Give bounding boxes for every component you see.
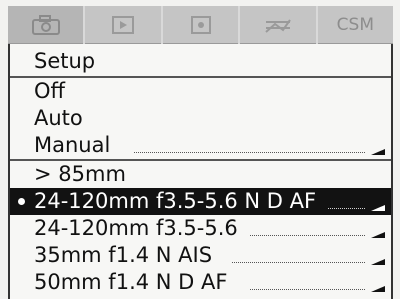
option-auto[interactable]: Auto — [10, 105, 391, 132]
menu-title: Setup — [34, 49, 96, 73]
dotted-leader — [250, 235, 365, 236]
dotted-leader — [134, 152, 365, 153]
camera-menu-screen: CSM Setup Off Auto Manual > 85mm 24-120m… — [0, 0, 400, 299]
dotted-leader — [250, 289, 365, 290]
tab-playback[interactable] — [85, 6, 161, 44]
tab-settings[interactable] — [162, 6, 239, 44]
lens-label: 50mm f1.4 N D AF — [34, 270, 228, 294]
lens-item-over-85mm[interactable]: > 85mm — [10, 161, 391, 188]
tab-csm-label: CSM — [336, 14, 374, 35]
lens-item-24-120mm[interactable]: 24-120mm f3.5-5.6 — [10, 215, 391, 242]
lens-label: > 85mm — [34, 162, 126, 186]
menu-tab-bar: CSM — [8, 6, 394, 44]
menu-title-row: Setup — [10, 48, 391, 75]
submenu-arrow-icon — [371, 149, 385, 155]
retouch-icon — [265, 18, 291, 33]
submenu-arrow-icon — [371, 232, 385, 238]
lens-item-24-120mm-nd-af[interactable]: 24-120mm f3.5-5.6 N D AF — [10, 188, 391, 215]
option-label: Manual — [34, 133, 111, 157]
dotted-leader — [232, 262, 365, 263]
lens-label: 35mm f1.4 N AIS — [34, 243, 213, 267]
lens-item-35mm[interactable]: 35mm f1.4 N AIS — [10, 242, 391, 269]
dotted-leader — [328, 208, 365, 209]
lens-label: 24-120mm f3.5-5.6 — [34, 216, 238, 240]
submenu-arrow-icon — [371, 286, 385, 292]
tab-retouch[interactable] — [240, 6, 316, 44]
selected-bullet-icon — [18, 198, 25, 205]
lens-item-50mm[interactable]: 50mm f1.4 N D AF — [10, 269, 391, 296]
submenu-arrow-icon — [371, 259, 385, 265]
tab-csm[interactable]: CSM — [317, 6, 394, 44]
setup-menu: Setup Off Auto Manual > 85mm 24-120mm f3… — [8, 44, 393, 299]
playback-icon — [112, 15, 135, 34]
submenu-arrow-icon — [371, 205, 385, 211]
option-manual[interactable]: Manual — [10, 132, 391, 159]
option-off[interactable]: Off — [10, 78, 391, 105]
option-label: Off — [34, 79, 65, 103]
camera-icon — [31, 14, 60, 35]
tab-shooting[interactable] — [8, 6, 84, 44]
option-label: Auto — [34, 106, 83, 130]
settings-icon — [190, 15, 211, 34]
lens-label: 24-120mm f3.5-5.6 N D AF — [34, 189, 317, 213]
